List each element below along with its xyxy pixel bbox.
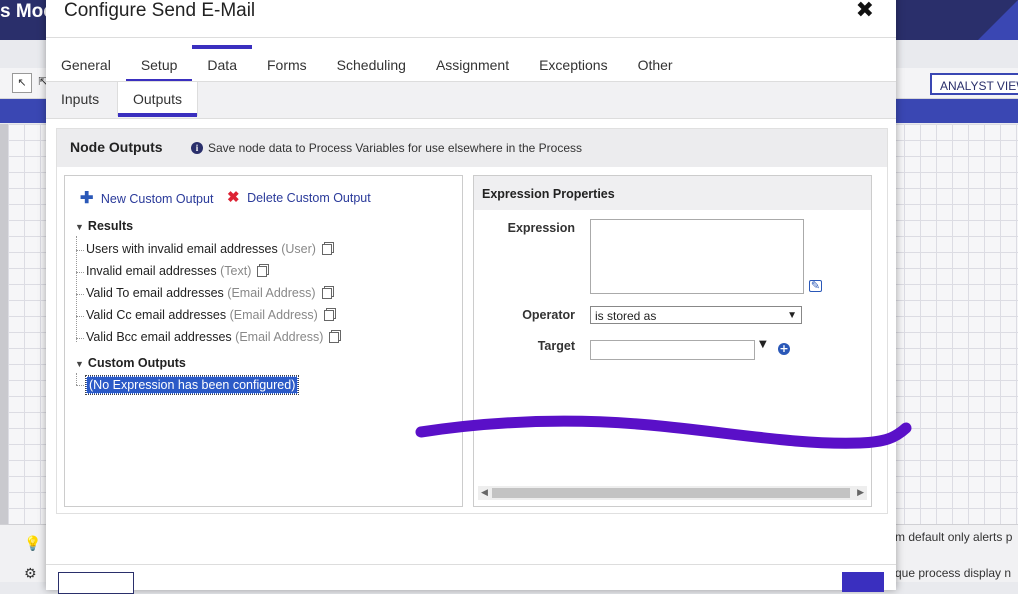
custom-outputs-group[interactable]: ▼ Custom Outputs [75,356,186,370]
bottom-text-2: que process display n [895,566,1012,580]
collapse-triangle-icon[interactable]: ▼ [75,222,84,232]
result-item[interactable]: Valid Bcc email addresses (Email Address… [86,330,340,344]
chevron-down-icon: ▼ [787,310,797,321]
scroll-right-icon[interactable]: ▶ [857,486,864,500]
result-type: (User) [281,242,316,256]
scroll-left-icon[interactable]: ◀ [481,486,488,500]
expression-label: Expression [507,221,575,235]
delete-custom-output-label: Delete Custom Output [247,191,371,205]
tab-other[interactable]: Other [623,45,688,81]
copy-icon[interactable] [321,288,332,299]
custom-outputs-label: Custom Outputs [87,356,186,370]
result-item[interactable]: Valid Cc email addresses (Email Address) [86,308,334,322]
result-type: (Email Address) [227,286,316,300]
copy-icon[interactable] [257,266,268,277]
target-dropdown-icon[interactable]: ▼ [759,339,767,350]
tree-dash [76,338,84,339]
edit-expression-icon[interactable]: ✎ [809,280,822,292]
subtab-outputs[interactable]: Outputs [117,82,199,117]
expression-properties-header: Expression Properties [474,176,871,210]
result-item[interactable]: Invalid email addresses (Text) [86,264,268,278]
result-name: Valid Bcc email addresses [86,330,232,344]
dialog-divider [46,37,896,38]
result-item[interactable]: Users with invalid email addresses (User… [86,242,332,256]
tree-dash [76,294,84,295]
expression-properties-box: Expression Properties Expression ✎ Opera… [473,175,872,507]
result-type: (Email Address) [235,330,324,344]
plus-icon: ✚ [80,190,94,207]
tab-assignment[interactable]: Assignment [421,45,524,81]
close-icon[interactable]: ✖ [856,0,874,23]
tab-data[interactable]: Data [192,45,252,85]
dialog-tabs: General Setup Data Forms Scheduling Assi… [46,45,688,85]
new-custom-output-label: New Custom Output [100,192,214,206]
node-outputs-header: Node Outputs i Save node data to Process… [57,129,887,167]
add-target-icon[interactable]: + [778,343,790,355]
canvas-band-left [0,99,50,123]
tab-forms[interactable]: Forms [252,45,322,81]
tree-dash [76,250,84,251]
delete-icon: ✖ [227,189,240,206]
result-name: Valid Cc email addresses [86,308,227,322]
target-label: Target [537,339,575,353]
custom-output-name: (No Expression has been configured) [84,375,300,395]
gear-icon[interactable]: ⚙ [24,566,37,582]
custom-output-item[interactable]: (No Expression has been configured) [84,375,300,395]
tab-general[interactable]: General [46,45,126,81]
expression-textarea[interactable] [590,219,804,294]
tree-dash [76,316,84,317]
tree-line [76,236,77,342]
dialog-title: Configure Send E-Mail [64,0,256,21]
lightbulb-icon[interactable]: 💡 [24,536,41,552]
canvas-left-bar [0,124,8,524]
new-custom-output-button[interactable]: ✚ New Custom Output [80,188,213,208]
results-group[interactable]: ▼ Results [75,219,133,233]
delete-custom-output-button[interactable]: ✖ Delete Custom Output [227,188,371,206]
tab-setup[interactable]: Setup [125,45,193,83]
node-outputs-info: Save node data to Process Variables for … [208,141,582,155]
tab-exceptions[interactable]: Exceptions [524,45,622,81]
tab-scheduling[interactable]: Scheduling [322,45,421,81]
result-name: Valid To email addresses [86,286,224,300]
copy-icon[interactable] [329,332,340,343]
copy-icon[interactable] [321,244,332,255]
collapse-triangle-icon[interactable]: ▼ [75,359,84,369]
result-type: (Text) [220,264,252,278]
horizontal-scrollbar[interactable]: ◀ ▶ [478,486,867,500]
operator-select[interactable]: is stored as ▼ [590,306,802,324]
copy-icon[interactable] [323,310,334,321]
configure-dialog: Configure Send E-Mail ✖ General Setup Da… [46,0,896,594]
header-stripe [978,0,1018,40]
canvas-band-right [895,99,1018,123]
cancel-button[interactable] [58,572,134,594]
analyst-view-button[interactable]: ANALYST VIEW [930,73,1018,95]
info-icon: i [191,142,203,154]
operator-value: is stored as [595,309,657,323]
result-name: Users with invalid email addresses [86,242,278,256]
pointer-tool-icon[interactable]: ↖ [12,73,32,93]
node-outputs-title: Node Outputs [70,139,163,155]
expression-properties-title: Expression Properties [482,187,615,201]
node-outputs-panel: Node Outputs i Save node data to Process… [56,128,888,514]
scrollbar-thumb[interactable] [492,488,850,498]
operator-label: Operator [522,308,575,322]
tree-dash [76,272,84,273]
bottom-text-1: m default only alerts p [895,530,1013,544]
result-name: Invalid email addresses [86,264,217,278]
outputs-tree-box: ✚ New Custom Output ✖ Delete Custom Outp… [64,175,463,507]
results-label: Results [87,219,134,233]
tree-line [76,373,77,385]
result-item[interactable]: Valid To email addresses (Email Address) [86,286,332,300]
dialog-footer-divider [46,564,896,565]
subtab-inputs[interactable]: Inputs [46,82,114,116]
tree-dash [76,385,84,386]
target-input[interactable] [590,340,755,360]
ok-button[interactable] [842,572,884,592]
result-type: (Email Address) [229,308,318,322]
